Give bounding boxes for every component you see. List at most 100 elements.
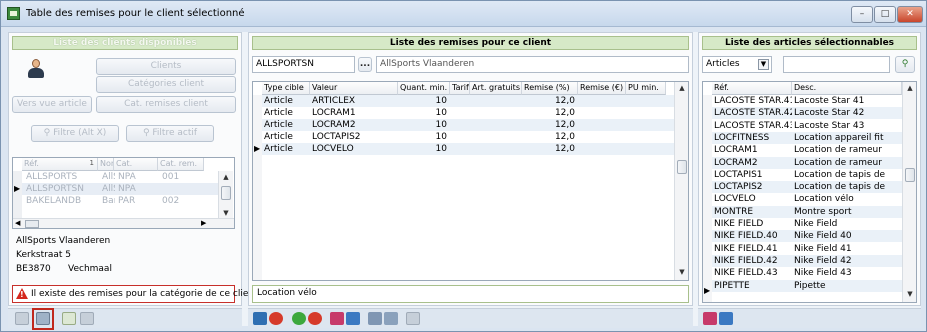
cell-ref[interactable]: LOCTAPIS1 — [712, 170, 792, 180]
client-discount-categories-button[interactable]: Cat. remises client — [96, 96, 236, 113]
grid-icon[interactable] — [346, 312, 360, 325]
to-article-view-button[interactable]: Vers vue article — [12, 96, 92, 113]
cell-remise[interactable]: 12,0 — [522, 120, 578, 130]
cell-remise[interactable]: 12,0 — [522, 132, 578, 142]
cell-desc[interactable]: Lacoste Star 42 — [792, 108, 902, 118]
cell-desc[interactable]: Nike Field 43 — [792, 268, 902, 278]
cell-qmin[interactable]: 10 — [398, 120, 450, 130]
search-button[interactable]: ⚲ — [895, 56, 915, 73]
delete-icon[interactable] — [308, 312, 322, 325]
cell-ref[interactable]: LOCTAPIS2 — [712, 182, 792, 192]
cell-valeur[interactable]: LOCVELO — [310, 144, 398, 154]
cell-type[interactable]: Article — [262, 132, 310, 142]
cell-valeur[interactable]: LOCRAM2 — [310, 120, 398, 130]
col-remise[interactable]: Remise (%) — [522, 82, 578, 95]
cell-ref[interactable]: LACOSTE STAR.43 — [712, 121, 792, 131]
filter-button[interactable]: ⚲ Filtre (Alt X) — [31, 125, 119, 142]
cell-ref[interactable]: LOCRAM1 — [712, 145, 792, 155]
cell-qmin[interactable]: 10 — [398, 108, 450, 118]
cell-remise[interactable]: 12,0 — [522, 144, 578, 154]
col-gratuits[interactable]: Art. gratuits — [470, 82, 522, 95]
clients-hscrollbar[interactable]: ◀ ▶ — [13, 218, 234, 228]
article-type-select[interactable]: Articles ▼ — [702, 56, 772, 73]
article-search-input[interactable] — [783, 56, 890, 73]
client-street: Kerkstraat 5 — [16, 250, 71, 260]
col-remise-eur[interactable]: Remise (€) — [578, 82, 626, 95]
cell-desc[interactable]: Montre sport — [792, 207, 902, 217]
col-qmin[interactable]: Quant. min. — [398, 82, 450, 95]
cell-desc[interactable]: Nike Field 42 — [792, 256, 902, 266]
cell-desc[interactable]: Location de rameur — [792, 158, 902, 168]
col-ref[interactable]: Réf. 1 — [22, 158, 98, 171]
cell-desc[interactable]: Pipette — [792, 281, 902, 291]
cell-qmin[interactable]: 10 — [398, 96, 450, 106]
cancel-icon[interactable] — [269, 312, 283, 325]
cell-ref[interactable]: MONTRE — [712, 207, 792, 217]
cell-qmin[interactable]: 10 — [398, 144, 450, 154]
cell-type[interactable]: Article — [262, 96, 310, 106]
col-tarif[interactable]: Tarif — [450, 82, 470, 95]
cell-ref[interactable]: NIKE FIELD — [712, 219, 792, 229]
clients-button[interactable]: Clients — [96, 58, 236, 75]
cell-ref[interactable]: NIKE FIELD.42 — [712, 256, 792, 266]
cell-valeur[interactable]: LOCRAM1 — [310, 108, 398, 118]
minimize-button[interactable]: – — [851, 6, 873, 23]
cell-ref[interactable]: LACOSTE STAR.42 — [712, 108, 792, 118]
view-icon[interactable] — [15, 312, 29, 325]
cell-ref[interactable]: NIKE FIELD.40 — [712, 231, 792, 241]
cell-ref[interactable]: LOCVELO — [712, 194, 792, 204]
col-nom[interactable]: Nom — [98, 158, 114, 171]
cell-valeur[interactable]: LOCTAPIS2 — [310, 132, 398, 142]
client-categories-button[interactable]: Catégories client — [96, 76, 236, 93]
close-button[interactable]: ✕ — [897, 6, 923, 23]
table-icon[interactable] — [703, 312, 717, 325]
cell-remise[interactable]: 12,0 — [522, 108, 578, 118]
cell-ref[interactable]: PIPETTE — [712, 281, 792, 291]
col-pu[interactable]: PU min. — [626, 82, 666, 95]
copy-icon[interactable] — [36, 312, 50, 325]
cell-ref[interactable]: LACOSTE STAR.41 — [712, 96, 792, 106]
cell-type[interactable]: Article — [262, 108, 310, 118]
cell-desc[interactable]: Lacoste Star 41 — [792, 96, 902, 106]
cell-desc[interactable]: Location appareil fit — [792, 133, 902, 143]
save-icon[interactable] — [253, 312, 267, 325]
col-cat[interactable]: Cat. — [114, 158, 158, 171]
cell-desc[interactable]: Nike Field 41 — [792, 244, 902, 254]
articles-vscrollbar[interactable]: ▲ ▼ — [902, 82, 916, 302]
grid-icon[interactable] — [719, 312, 733, 325]
info-icon[interactable] — [406, 312, 420, 325]
table-icon[interactable] — [330, 312, 344, 325]
col-ref[interactable]: Réf. — [712, 82, 792, 95]
cell-ref[interactable]: NIKE FIELD.43 — [712, 268, 792, 278]
cell-valeur[interactable]: ARTICLEX — [310, 96, 398, 106]
active-filter-button[interactable]: ⚲ Filtre actif — [126, 125, 214, 142]
pin-icon[interactable] — [62, 312, 76, 325]
cell-desc[interactable]: Nike Field — [792, 219, 902, 229]
cell-desc[interactable]: Location de tapis de — [792, 182, 902, 192]
col-type[interactable]: Type cible — [262, 82, 310, 95]
link-icon[interactable] — [80, 312, 94, 325]
col-cat-rem[interactable]: Cat. rem. — [158, 158, 204, 171]
cell-ref[interactable]: LOCFITNESS — [712, 133, 792, 143]
client-lookup-button[interactable]: ... — [358, 57, 372, 72]
cell-ref[interactable]: NIKE FIELD.41 — [712, 244, 792, 254]
duplicate-icon[interactable] — [368, 312, 382, 325]
cell-remise[interactable]: 12,0 — [522, 96, 578, 106]
col-desc[interactable]: Desc. — [792, 82, 902, 95]
cell-qmin[interactable]: 10 — [398, 132, 450, 142]
clients-vscrollbar[interactable]: ▲ ▼ — [218, 171, 233, 218]
cell-desc[interactable]: Location de rameur — [792, 145, 902, 155]
cell-type[interactable]: Article — [262, 144, 310, 154]
cell-desc[interactable]: Lacoste Star 43 — [792, 121, 902, 131]
cell-ref[interactable]: LOCRAM2 — [712, 158, 792, 168]
cell-desc[interactable]: Location de tapis de — [792, 170, 902, 180]
cell-type[interactable]: Article — [262, 120, 310, 130]
maximize-button[interactable]: □ — [874, 6, 896, 23]
cell-desc[interactable]: Nike Field 40 — [792, 231, 902, 241]
col-valeur[interactable]: Valeur — [310, 82, 398, 95]
discounts-vscrollbar[interactable]: ▲ ▼ — [674, 82, 688, 280]
client-code-field[interactable]: ALLSPORTSN — [252, 56, 355, 73]
add-icon[interactable] — [292, 312, 306, 325]
cell-desc[interactable]: Location vélo — [792, 194, 902, 204]
paste-icon[interactable] — [384, 312, 398, 325]
